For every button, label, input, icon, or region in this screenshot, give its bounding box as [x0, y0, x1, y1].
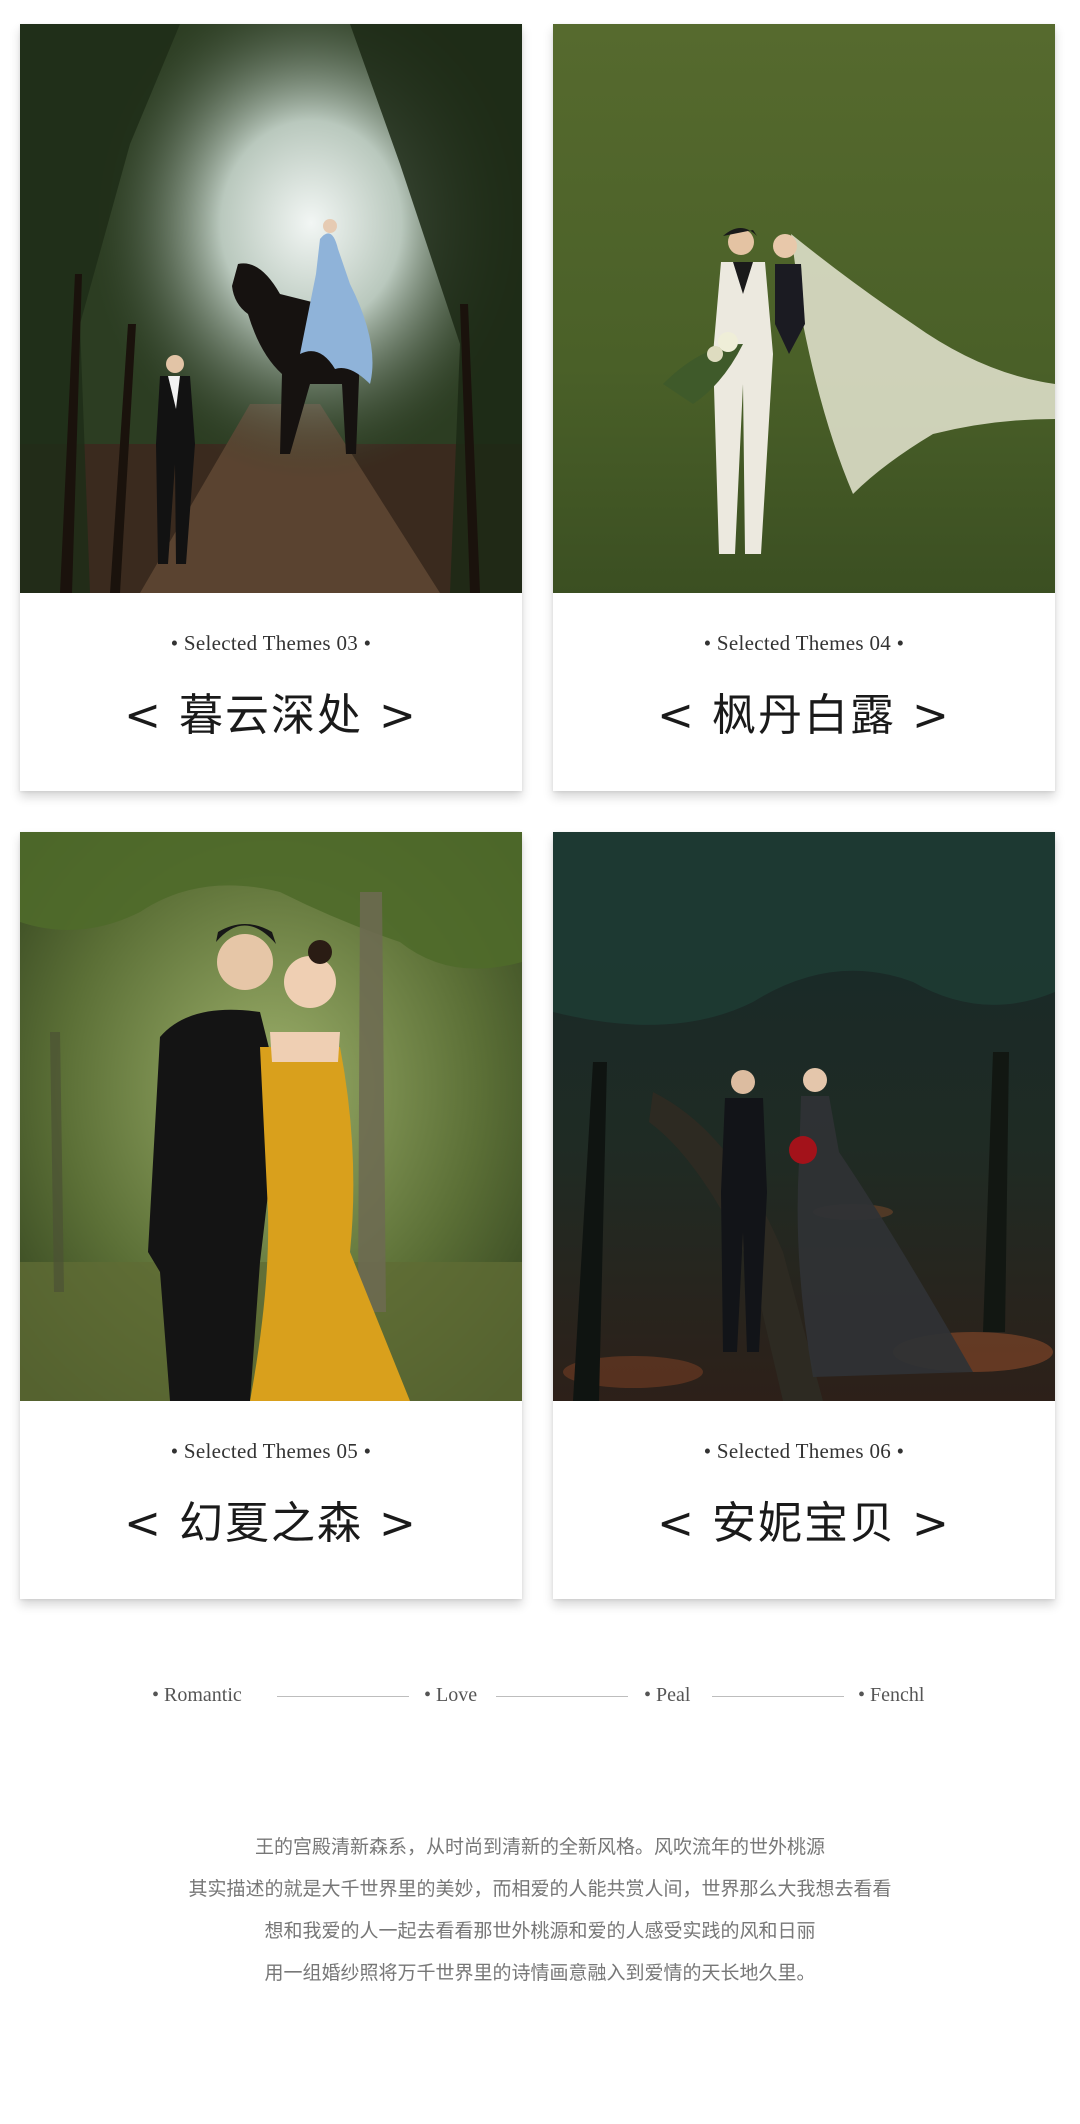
tag-peal: • Peal [644, 1684, 691, 1706]
couple-on-lawn-with-veil-photo [553, 24, 1055, 593]
paragraph-line: 想和我爱的人一起去看看那世外桃源和爱的人感受实践的风和日丽 [264, 1920, 816, 1942]
divider-line [712, 1696, 844, 1697]
tag-romantic: • Romantic [152, 1684, 242, 1706]
theme-title[interactable]: < 幻夏之森 > [20, 1487, 522, 1551]
theme-title[interactable]: < 安妮宝贝 > [553, 1487, 1055, 1551]
paragraph-line: 其实描述的就是大千世界里的美妙，而相爱的人能共赏人间，世界那么大我想去看看 [188, 1878, 892, 1900]
theme-title[interactable]: < 枫丹白露 > [553, 679, 1055, 743]
tag-fenchl: • Fenchl [858, 1684, 925, 1706]
couple-dark-forest-photo [553, 832, 1055, 1401]
description-paragraph: 王的宫殿清新森系，从时尚到清新的全新风格。风吹流年的世外桃源 其实描述的就是大千… [0, 1826, 1080, 1994]
theme-title[interactable]: < 暮云深处 > [20, 679, 522, 743]
theme-subtitle: • Selected Themes 03 • [170, 631, 372, 655]
divider-line [277, 1696, 409, 1697]
paragraph-line: 王的宫殿清新森系，从时尚到清新的全新风格。风吹流年的世外桃源 [254, 1836, 825, 1858]
divider-line [496, 1696, 628, 1697]
couple-with-horse-forest-photo [20, 24, 522, 593]
keyword-tags-row: • Romantic • Love • Peal • Fenchl [0, 1684, 1080, 1714]
couple-yellow-dress-forest-photo [20, 832, 522, 1401]
theme-subtitle: • Selected Themes 06 • [703, 1439, 905, 1463]
theme-card-05[interactable]: • Selected Themes 05 • < 幻夏之森 > [20, 832, 522, 1599]
theme-subtitle: • Selected Themes 04 • [703, 631, 905, 655]
theme-card-04[interactable]: • Selected Themes 04 • < 枫丹白露 > [553, 24, 1055, 791]
tag-love: • Love [424, 1684, 478, 1706]
paragraph-line: 用一组婚纱照将万千世界里的诗情画意融入到爱情的天长地久里。 [264, 1962, 816, 1984]
theme-card-03[interactable]: • Selected Themes 03 • < 暮云深处 > [20, 24, 522, 791]
theme-subtitle: • Selected Themes 05 • [170, 1439, 372, 1463]
theme-card-06[interactable]: • Selected Themes 06 • < 安妮宝贝 > [553, 832, 1055, 1599]
